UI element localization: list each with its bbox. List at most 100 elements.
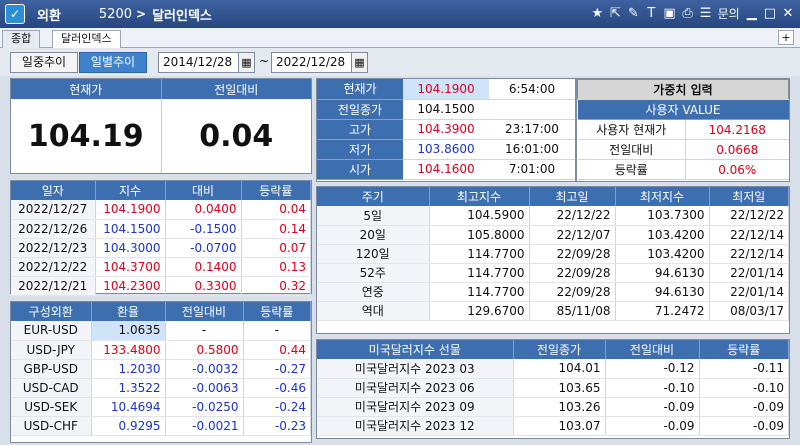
table-row[interactable]: USD-SEK 10.4694 -0.0250 -0.24 [11, 397, 311, 417]
lock-icon[interactable]: ▣ [663, 6, 675, 21]
table-cell: 104.1500 [95, 219, 166, 239]
close-icon[interactable]: ✕ [782, 6, 794, 21]
list-icon[interactable]: ☰ [700, 6, 712, 21]
table-row[interactable]: USD-CHF 0.9295 -0.0021 -0.23 [11, 416, 311, 436]
table-cell: 94.6130 [615, 263, 710, 283]
table-cell: 22/12/22 [709, 206, 789, 226]
table-cell: 104.3000 [95, 238, 166, 258]
table-row[interactable]: 2022/12/21 104.2300 0.3300 0.32 [11, 276, 311, 296]
futures-grid: 미국달러지수 선물 전일종가 전일대비 등락률 미국달러지수 2023 03 104.0… [316, 339, 790, 439]
maximize-icon[interactable]: □ [764, 6, 776, 21]
end-date-input[interactable]: 2022/12/28 [271, 52, 359, 73]
table-row[interactable]: 미국달러지수 2023 09 103.26 -0.09 -0.09 [317, 397, 789, 417]
tab-dollar-index[interactable]: 달러인덱스 [52, 30, 121, 48]
table-row[interactable]: 역대 129.6700 85/11/08 71.2472 08/03/17 [317, 301, 789, 321]
table-cell: 1.0635 [91, 321, 166, 341]
table-cell: 08/03/17 [709, 301, 789, 321]
calendar-icon[interactable]: ▦ [351, 52, 368, 73]
weighted-label: 등락률 [577, 159, 686, 180]
table-cell: 114.7700 [429, 244, 530, 264]
table-cell: 1.2030 [91, 359, 166, 379]
minimize-icon[interactable]: ▁ [746, 6, 758, 21]
weight-input-button[interactable]: 가중치 입력 [577, 79, 789, 100]
table-cell: 103.4200 [615, 244, 710, 264]
table-cell: 0.14 [241, 219, 311, 239]
table-cell: 미국달러지수 2023 09 [317, 397, 514, 417]
table-row[interactable]: 52주 114.7700 22/09/28 94.6130 22/01/14 [317, 263, 789, 283]
print-icon[interactable]: ⎙ [682, 6, 694, 21]
table-row[interactable]: GBP-USD 1.2030 -0.0032 -0.27 [11, 359, 311, 379]
star-icon[interactable]: ★ [591, 6, 603, 21]
column-header: 전일종가 [513, 340, 606, 359]
table-row[interactable]: 5일 104.5900 22/12/22 103.7300 22/12/22 [317, 206, 789, 226]
daily-trend-button[interactable]: 일별추이 [79, 52, 147, 73]
table-cell: 0.9295 [91, 416, 166, 436]
column-header: 대비 [165, 181, 242, 200]
table-cell: 0.07 [241, 238, 311, 258]
table-cell: USD-JPY [11, 340, 92, 360]
table-row[interactable]: 2022/12/27 104.1900 0.0400 0.04 [11, 200, 311, 220]
table-row[interactable]: EUR-USD 1.0635- - [11, 321, 311, 341]
table-cell: 133.4800 [91, 340, 166, 360]
table-cell: -0.10 [605, 378, 700, 398]
table-cell: -0.0250 [165, 397, 244, 417]
table-cell: 미국달러지수 2023 06 [317, 378, 514, 398]
table-cell: 22/12/14 [709, 225, 789, 245]
table-row[interactable]: 20일 105.8000 22/12/07 103.4200 22/12/14 [317, 225, 789, 245]
table-cell: 0.0400 [165, 200, 242, 220]
table-cell: 85/11/08 [529, 301, 616, 321]
table-cell: 22/09/28 [529, 282, 616, 302]
table-row[interactable]: 2022/12/23 104.3000 -0.0700 0.07 [11, 238, 311, 258]
table-cell: -0.0032 [165, 359, 244, 379]
calendar-icon[interactable]: ▦ [238, 52, 255, 73]
window-title: 달러인덱스 [152, 8, 212, 24]
table-cell: 20일 [317, 225, 430, 245]
intraday-trend-button[interactable]: 일중추이 [10, 52, 78, 73]
column-header: 최고일 [529, 187, 616, 206]
table-row[interactable]: USD-JPY 133.4800 0.5800 0.44 [11, 340, 311, 360]
table-row[interactable]: 연중 114.7700 22/09/28 94.6130 22/01/14 [317, 282, 789, 302]
table-cell: -0.12 [605, 359, 700, 379]
column-header: 구성외환 [11, 302, 92, 321]
table-cell: -0.0063 [165, 378, 244, 398]
table-row[interactable]: 2022/12/26 104.1500 -0.1500 0.14 [11, 219, 311, 239]
table-row[interactable]: 120일 114.7700 22/09/28 103.4200 22/12/14 [317, 244, 789, 264]
table-cell: 114.7700 [429, 263, 530, 283]
history-grid: 일자 지수 대비 등락률 2022/12/27 104.1900 0.0400 0.04 20… [10, 180, 312, 296]
add-tab-button[interactable]: + [778, 30, 794, 45]
quote-time: 23:17:00 [489, 119, 575, 140]
table-cell: USD-CHF [11, 416, 92, 436]
quote-panel: 현재가 104.1900 6:54:00 전일종가 104.1500 고가 104.3900… [316, 78, 576, 182]
table-cell: - [165, 321, 244, 341]
table-cell: -0.09 [699, 416, 789, 436]
weighted-value: 104.2168 [685, 119, 789, 140]
table-row[interactable]: 미국달러지수 2023 12 103.07 -0.09 -0.09 [317, 416, 789, 436]
table-cell: 0.1400 [165, 257, 242, 277]
tab-summary[interactable]: 종합 [2, 30, 41, 48]
quote-value: 103.8600 [403, 139, 489, 160]
link-icon[interactable]: ⇱ [609, 6, 621, 21]
table-row[interactable]: 미국달러지수 2023 06 103.65 -0.10 -0.10 [317, 378, 789, 398]
table-cell: 104.3700 [95, 257, 166, 277]
user-value-header: 사용자 VALUE [577, 99, 789, 120]
table-row[interactable]: 미국달러지수 2023 03 104.01 -0.12 -0.11 [317, 359, 789, 379]
quote-label: 시가 [317, 159, 403, 180]
tools-icon[interactable]: ✎ [627, 6, 639, 21]
text-icon[interactable]: T [645, 6, 657, 21]
quote-row: 현재가 104.1900 6:54:00 [317, 79, 575, 100]
quote-label: 고가 [317, 119, 403, 140]
inquiry-button[interactable]: 문의 [718, 5, 740, 22]
table-cell: 103.65 [513, 378, 606, 398]
quote-time [489, 99, 575, 120]
weighted-value: 0.06% [685, 159, 789, 180]
chevron-right-icon: > [136, 7, 147, 21]
weighted-panel: 가중치 입력 사용자 VALUE 사용자 현재가 104.2168 전일대비 0.06… [576, 78, 790, 182]
title-bar: ✓ 외환 5200 > 달러인덱스 ★ ⇱ ✎ T ▣ ⎙ ☰ 문의 ▁ □ ✕ [0, 0, 800, 28]
start-date-input[interactable]: 2014/12/28 [158, 52, 246, 73]
weighted-value: 0.0668 [685, 139, 789, 160]
table-row[interactable]: USD-CAD 1.3522 -0.0063 -0.46 [11, 378, 311, 398]
table-row[interactable]: 2022/12/22 104.3700 0.1400 0.13 [11, 257, 311, 277]
table-cell: GBP-USD [11, 359, 92, 379]
table-cell: 미국달러지수 2023 12 [317, 416, 514, 436]
table-cell: 2022/12/22 [11, 257, 96, 277]
